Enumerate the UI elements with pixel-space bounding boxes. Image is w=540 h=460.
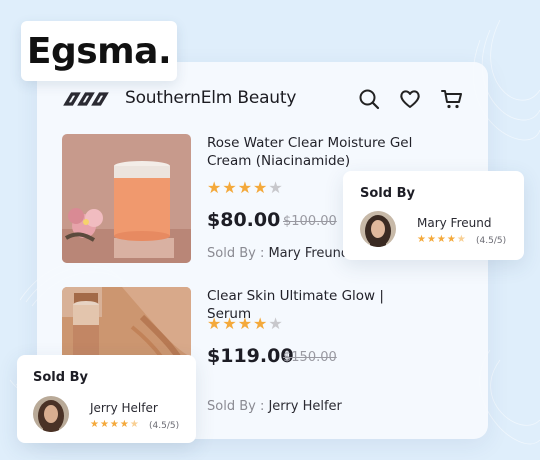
product-price: $119.00: [207, 345, 294, 367]
search-icon[interactable]: [357, 87, 381, 111]
product-old-price: $100.00: [283, 214, 337, 229]
seller-card-title: Sold By: [360, 186, 415, 201]
seller-card-mary[interactable]: Sold By Mary Freund ★★★★★ (4.5/5): [343, 171, 524, 260]
seller-rating-text: (4.5/5): [149, 421, 180, 431]
sold-by-label: Sold By :: [207, 246, 269, 261]
seller-card-title: Sold By: [33, 370, 88, 385]
brand-logo-icon: [63, 92, 109, 106]
seller-name: Mary Freund: [417, 216, 492, 230]
product-rating-stars: ★★★★★: [207, 316, 284, 333]
product-sold-by: Sold By : Jerry Helfer: [207, 399, 342, 414]
egsma-logo: Egsma.: [21, 21, 177, 81]
cart-icon[interactable]: [440, 87, 464, 111]
product-image-gel-cream[interactable]: [62, 134, 191, 263]
product-sold-by: Sold By : Mary Freund: [207, 246, 349, 261]
avatar: [33, 396, 69, 432]
seller-rating-stars: ★★★★★: [417, 234, 467, 245]
product-old-price: $150.00: [283, 350, 337, 365]
product-rating-stars: ★★★★★: [207, 180, 284, 197]
seller-rating-text: (4.5/5): [476, 236, 507, 246]
product-price: $80.00: [207, 209, 281, 231]
seller-card-jerry[interactable]: Sold By Jerry Helfer ★★★★★ (4.5/5): [17, 355, 196, 443]
avatar: [360, 211, 396, 247]
heart-icon[interactable]: [398, 87, 422, 111]
brand-name: SouthernElm Beauty: [125, 88, 297, 108]
seller-name[interactable]: Mary Freund: [268, 246, 349, 261]
seller-rating-stars: ★★★★★: [90, 419, 140, 430]
product-title[interactable]: Rose Water Clear Moisture Gel Cream (Nia…: [207, 134, 427, 170]
seller-name: Jerry Helfer: [90, 401, 158, 415]
seller-name[interactable]: Jerry Helfer: [268, 399, 341, 414]
sold-by-label: Sold By :: [207, 399, 269, 414]
